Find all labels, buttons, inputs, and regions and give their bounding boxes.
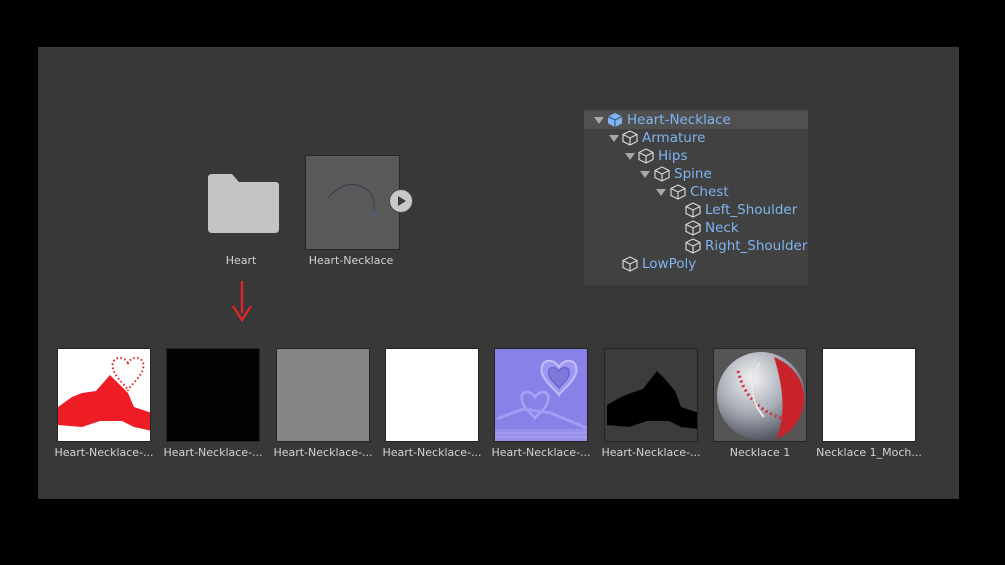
red-arrow-annotation [231,281,253,323]
texture-thumbnail-white[interactable] [385,348,479,442]
texture-thumbnail-black[interactable] [166,348,260,442]
material-thumbnail-necklace-1-moch[interactable] [822,348,916,442]
cube-icon [638,148,654,164]
play-icon [398,196,406,206]
cube-icon [685,202,701,218]
cube-icon [685,238,701,254]
red-shape-texture-icon [58,356,150,431]
texture-label: Heart-Necklace-... [382,446,482,459]
texture-thumbnail-gray[interactable] [276,348,370,442]
texture-label: Necklace 1 [729,446,791,459]
hierarchy-label: Hips [658,148,688,164]
normal-map-heart-icon [495,349,587,441]
texture-label: Heart-Necklace-... [163,446,263,459]
hierarchy-label: Chest [690,184,729,200]
texture-thumbnail-mask[interactable] [604,348,698,442]
prefab-thumbnail[interactable] [305,155,400,250]
hierarchy-item-neck[interactable]: Neck [584,219,808,237]
folder-icon[interactable] [206,172,280,234]
hierarchy-item-lowpoly[interactable]: LowPoly [584,255,808,273]
cube-icon [670,184,686,200]
hierarchy-item-right-shoulder[interactable]: Right_Shoulder [584,237,808,255]
expand-triangle-icon[interactable] [594,115,604,125]
hierarchy-label: Left_Shoulder [705,202,798,218]
hierarchy-label: Spine [674,166,712,182]
cube-icon [654,166,670,182]
hierarchy-label: Right_Shoulder [705,238,808,254]
texture-thumbnail-albedo[interactable] [57,348,151,442]
material-sphere-icon [717,352,805,440]
cube-icon [622,130,638,146]
texture-label: Heart-Necklace-... [273,446,373,459]
expand-triangle-icon[interactable] [609,133,619,143]
hierarchy-label: LowPoly [642,256,697,272]
expand-triangle-icon[interactable] [625,151,635,161]
texture-label: Heart-Necklace-... [54,446,154,459]
hierarchy-label: Heart-Necklace [627,112,731,128]
texture-label: Necklace 1_Moch... [816,446,922,459]
texture-label: Heart-Necklace-... [491,446,591,459]
expand-triangle-icon[interactable] [656,187,666,197]
cube-icon [685,220,701,236]
hierarchy-panel: Heart-Necklace Armature Hips Spine Chest… [584,109,808,285]
necklace-preview-icon [327,183,377,217]
cube-icon [622,256,638,272]
prefab-cube-icon [607,113,623,127]
folder-label: Heart [225,254,257,267]
texture-label: Heart-Necklace-... [601,446,701,459]
expand-triangle-icon[interactable] [640,169,650,179]
hierarchy-label: Neck [705,220,739,236]
black-shape-texture-icon [607,371,697,429]
hierarchy-item-spine[interactable]: Spine [584,165,808,183]
prefab-label: Heart-Necklace [308,254,394,267]
material-thumbnail-necklace-1[interactable] [713,348,807,442]
texture-thumbnail-normal[interactable] [494,348,588,442]
hierarchy-item-armature[interactable]: Armature [584,129,808,147]
hierarchy-item-heart-necklace[interactable]: Heart-Necklace [584,111,808,129]
play-button[interactable] [389,189,413,213]
hierarchy-item-left-shoulder[interactable]: Left_Shoulder [584,201,808,219]
hierarchy-label: Armature [642,130,706,146]
hierarchy-item-hips[interactable]: Hips [584,147,808,165]
hierarchy-item-chest[interactable]: Chest [584,183,808,201]
